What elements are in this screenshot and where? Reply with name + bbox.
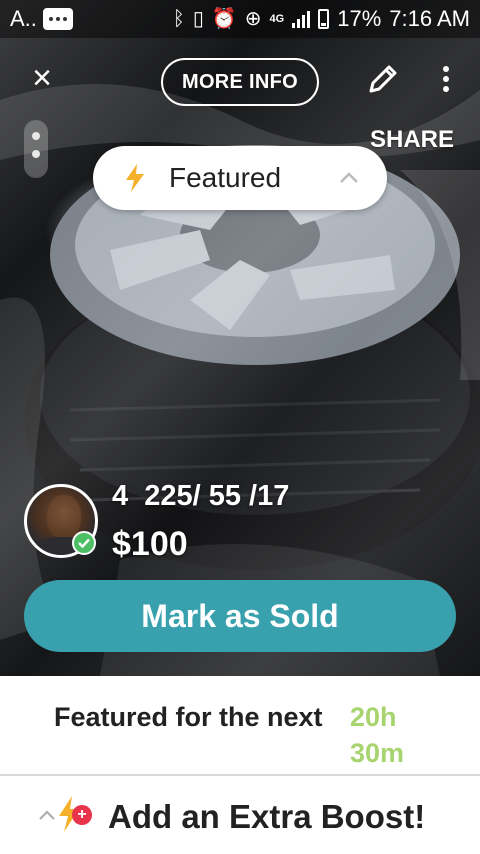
photo-page-indicator[interactable]: [24, 120, 48, 178]
mark-as-sold-button[interactable]: Mark as Sold: [24, 580, 456, 652]
featured-timer-minutes: 30m: [350, 738, 405, 768]
battery-percent: 17%: [337, 6, 382, 31]
message-icon: [42, 8, 73, 30]
share-button[interactable]: SHARE: [370, 126, 454, 154]
lightning-bolt-icon: [126, 164, 144, 192]
featured-label: Featured: [169, 162, 282, 193]
chevron-up-icon: [39, 810, 55, 820]
chevron-up-icon: [340, 172, 358, 183]
featured-timer-hours: 20h: [350, 702, 397, 732]
listing-price: $100: [112, 525, 188, 558]
more-info-button[interactable]: MORE INFO: [161, 58, 319, 106]
featured-toggle[interactable]: Featured: [93, 146, 387, 210]
listing-title: 4 225/ 55 /17: [112, 480, 290, 512]
extra-boost-label: Add an Extra Boost!: [108, 798, 426, 835]
battery-icon: [318, 9, 330, 29]
alarm-icon: ⏰: [211, 8, 237, 30]
more-vertical-icon[interactable]: [436, 64, 456, 94]
signal-icon: [292, 10, 311, 28]
network-badge: 4G: [269, 12, 285, 25]
extra-boost-button[interactable]: + Add an Extra Boost!: [0, 776, 480, 854]
featured-timer: Featured for the next 20h 30m: [0, 676, 480, 774]
bluetooth-icon: ᛒ: [172, 8, 185, 30]
vibrate-icon: ▯: [192, 8, 204, 30]
close-icon[interactable]: ×: [26, 61, 58, 95]
featured-timer-label: Featured for the next: [54, 702, 323, 732]
carrier-label: A..: [10, 6, 37, 31]
data-saver-icon: ⊕: [244, 8, 262, 30]
verified-check-icon: [72, 531, 96, 555]
plus-badge-icon: +: [72, 805, 92, 825]
clock: 7:16 AM: [389, 6, 470, 31]
status-bar: A.. ᛒ ▯ ⏰ ⊕ 4G 17% 7:16 AM: [0, 0, 480, 38]
pencil-icon[interactable]: [366, 62, 400, 96]
